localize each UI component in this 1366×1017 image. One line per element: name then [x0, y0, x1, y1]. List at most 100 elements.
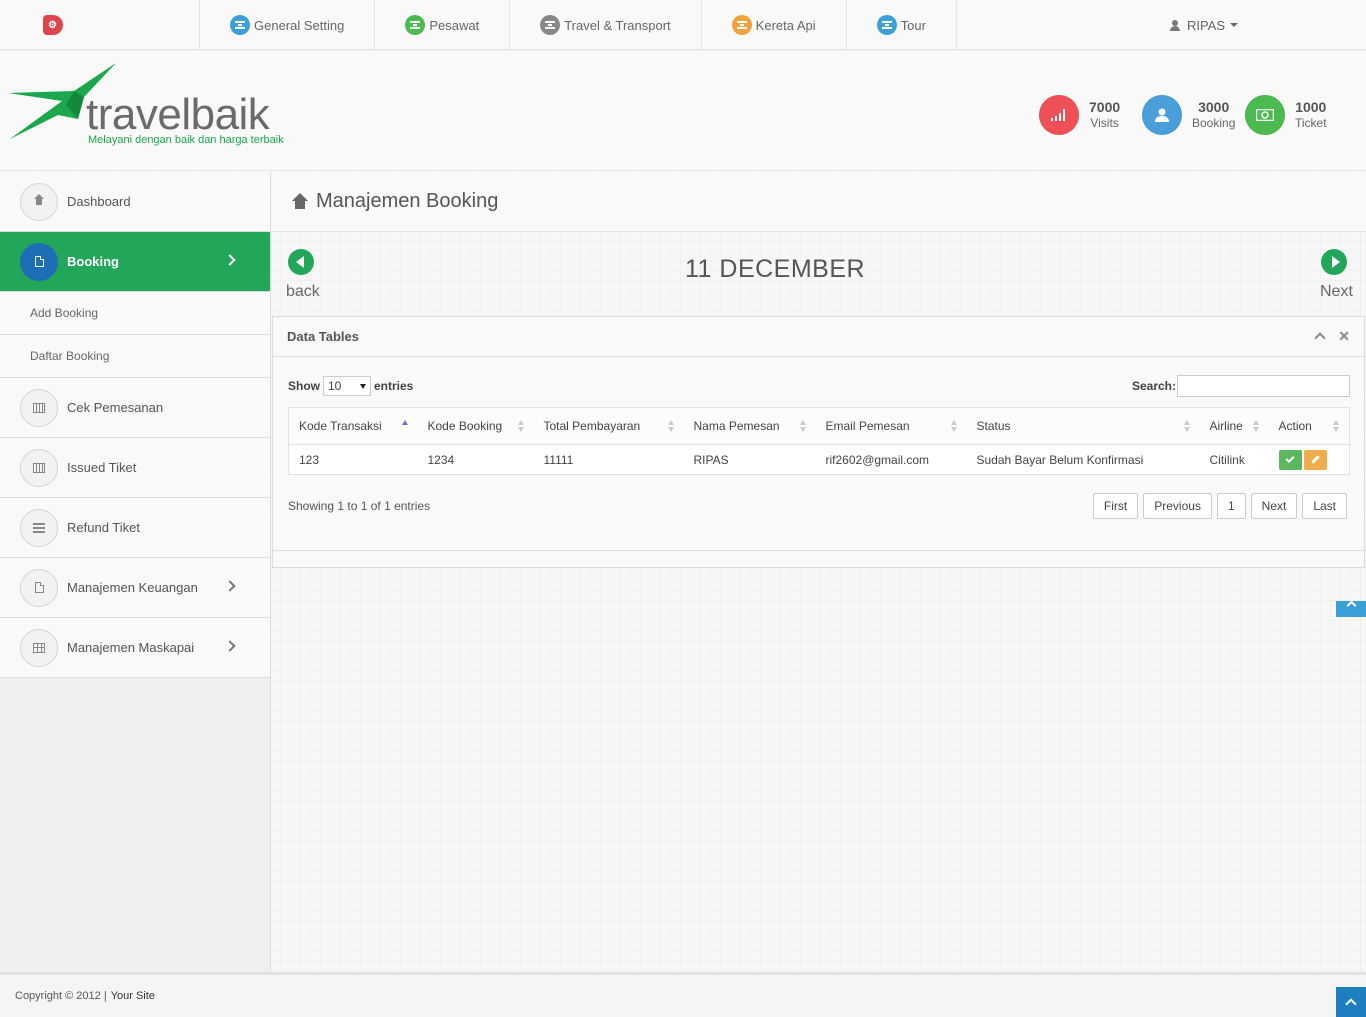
page-size-select[interactable]: 10 — [323, 376, 371, 396]
back-arrow-button[interactable] — [288, 249, 314, 275]
brand-name: travelbaik — [86, 90, 270, 139]
table-header-row: Kode Transaksi Kode Booking Total Pembay… — [288, 407, 1350, 445]
col-nama-pemesan[interactable]: Nama Pemesan — [683, 407, 816, 445]
stat-label: Ticket — [1295, 116, 1327, 130]
cell-kode-transaksi: 123 — [288, 444, 418, 475]
gears-icon[interactable]: ⚙ — [42, 15, 63, 35]
sort-icon — [1252, 420, 1260, 434]
nav-general-setting[interactable]: General Setting — [200, 0, 376, 50]
stack-icon — [876, 15, 897, 35]
data-tables-panel: Data Tables ✕ Show 10 entries Search: Ko… — [272, 316, 1365, 568]
collapse-icon[interactable] — [1314, 332, 1326, 344]
nav-travel-transport[interactable]: Travel & Transport — [510, 0, 702, 50]
top-navbar: ⚙ General Setting Pesawat Travel & Trans… — [0, 0, 1366, 50]
page-header: Manajemen Booking — [272, 172, 1366, 232]
sort-icon — [1183, 420, 1191, 434]
copyright-text: Copyright © 2012 | — [15, 990, 107, 1002]
last-page-button[interactable]: Last — [1302, 493, 1347, 519]
document-icon — [20, 568, 58, 607]
page-size-value: 10 — [328, 379, 342, 393]
sort-icon — [517, 420, 525, 434]
page-1-button[interactable]: 1 — [1216, 493, 1246, 519]
booking-table: Kode Transaksi Kode Booking Total Pembay… — [288, 407, 1350, 475]
previous-page-button[interactable]: Previous — [1143, 493, 1212, 519]
pencil-icon — [1310, 455, 1320, 464]
stat-label: Booking — [1192, 116, 1236, 130]
sidebar-subitem-label: Add Booking — [30, 306, 99, 320]
sidebar-item-label: Issued Tiket — [67, 460, 137, 475]
sidebar-item-booking[interactable]: Booking — [0, 232, 270, 292]
col-email-pemesan[interactable]: Email Pemesan — [815, 407, 967, 445]
col-airline[interactable]: Airline — [1199, 407, 1269, 445]
sidebar-subitem-label: Daftar Booking — [30, 349, 110, 363]
chevron-up-icon — [1345, 998, 1357, 1010]
sidebar-item-manajemen-keuangan[interactable]: Manajemen Keuangan — [0, 558, 270, 618]
cell-kode-booking: 1234 — [417, 444, 534, 475]
chevron-right-icon — [224, 580, 236, 592]
edit-button[interactable] — [1303, 449, 1327, 470]
sidebar-item-dashboard[interactable]: Dashboard — [0, 172, 270, 232]
sidebar-item-manajemen-maskapai[interactable]: Manajemen Maskapai — [0, 618, 270, 678]
stat-value: 3000 — [1198, 99, 1230, 115]
sidebar-subitem-add-booking[interactable]: Add Booking — [0, 292, 270, 335]
first-page-button[interactable]: First — [1092, 493, 1139, 519]
sidebar-item-label: Manajemen Keuangan — [67, 580, 198, 595]
chevron-up-icon[interactable] — [1336, 600, 1366, 617]
sort-icon — [799, 420, 807, 434]
scroll-to-top-button[interactable] — [1336, 987, 1366, 1017]
col-status[interactable]: Status — [966, 407, 1200, 445]
check-icon — [1285, 453, 1295, 464]
user-icon — [1169, 19, 1180, 31]
stat-label: Visits — [1090, 116, 1119, 130]
entries-label: entries — [374, 379, 414, 393]
signal-icon — [1039, 95, 1079, 135]
nav-pesawat[interactable]: Pesawat — [375, 0, 511, 50]
nav-label: Tour — [900, 17, 926, 33]
panel-title: Data Tables — [287, 329, 360, 344]
chart-icon — [20, 388, 58, 427]
stat-booking: 3000 Booking — [1142, 95, 1235, 135]
sidebar-item-refund-tiket[interactable]: Refund Tiket — [0, 498, 270, 558]
stat-ticket: 1000 Ticket — [1245, 95, 1327, 135]
caret-down-icon — [1230, 23, 1238, 27]
page-size-control: Show 10 entries — [288, 376, 413, 396]
sidebar-item-issued-tiket[interactable]: Issued Tiket — [0, 438, 270, 498]
search-control: Search: — [1132, 375, 1350, 397]
nav-label: General Setting — [254, 17, 345, 33]
next-page-button[interactable]: Next — [1250, 493, 1298, 519]
chart-icon — [20, 448, 58, 487]
sort-icon — [667, 420, 675, 434]
nav-kereta-api[interactable]: Kereta Api — [702, 0, 847, 50]
chevron-right-icon — [224, 640, 236, 652]
home-icon — [20, 182, 58, 221]
nav-label: Travel & Transport — [564, 17, 671, 33]
next-link[interactable]: Next — [1320, 283, 1353, 301]
col-total-pembayaran[interactable]: Total Pembayaran — [533, 407, 684, 445]
stack-icon — [731, 15, 752, 35]
date-title: 11 DECEMBER — [685, 255, 866, 283]
navbar-brand-cell[interactable]: ⚙ — [0, 0, 200, 50]
cell-action — [1268, 444, 1350, 475]
col-action[interactable]: Action — [1268, 407, 1350, 445]
table-row: 123 1234 11111 RIPAS rif2602@gmail.com S… — [288, 444, 1350, 475]
back-link[interactable]: back — [286, 283, 320, 301]
panel-header: Data Tables ✕ — [273, 317, 1364, 357]
col-kode-booking[interactable]: Kode Booking — [417, 407, 534, 445]
search-input[interactable] — [1177, 375, 1350, 397]
sidebar-subitem-daftar-booking[interactable]: Daftar Booking — [0, 335, 270, 378]
cell-nama-pemesan: RIPAS — [683, 444, 816, 475]
next-arrow-button[interactable] — [1321, 249, 1347, 275]
site-link[interactable]: Your Site — [111, 990, 155, 1002]
nav-tour[interactable]: Tour — [847, 0, 957, 50]
pagination: First Previous 1 Next Last — [1092, 493, 1347, 519]
sidebar-item-cek-pemesanan[interactable]: Cek Pemesanan — [0, 378, 270, 438]
money-icon — [1245, 95, 1285, 135]
cell-airline: Citilink — [1199, 444, 1269, 475]
close-icon[interactable]: ✕ — [1338, 329, 1350, 343]
user-menu[interactable]: RIPAS — [1169, 0, 1238, 50]
search-label: Search: — [1131, 379, 1176, 393]
brand-header: travelbaik Melayani dengan baik dan harg… — [0, 51, 1366, 171]
cell-email-pemesan: rif2602@gmail.com — [815, 444, 967, 475]
confirm-button[interactable] — [1278, 449, 1302, 470]
col-kode-transaksi[interactable]: Kode Transaksi — [288, 407, 418, 445]
